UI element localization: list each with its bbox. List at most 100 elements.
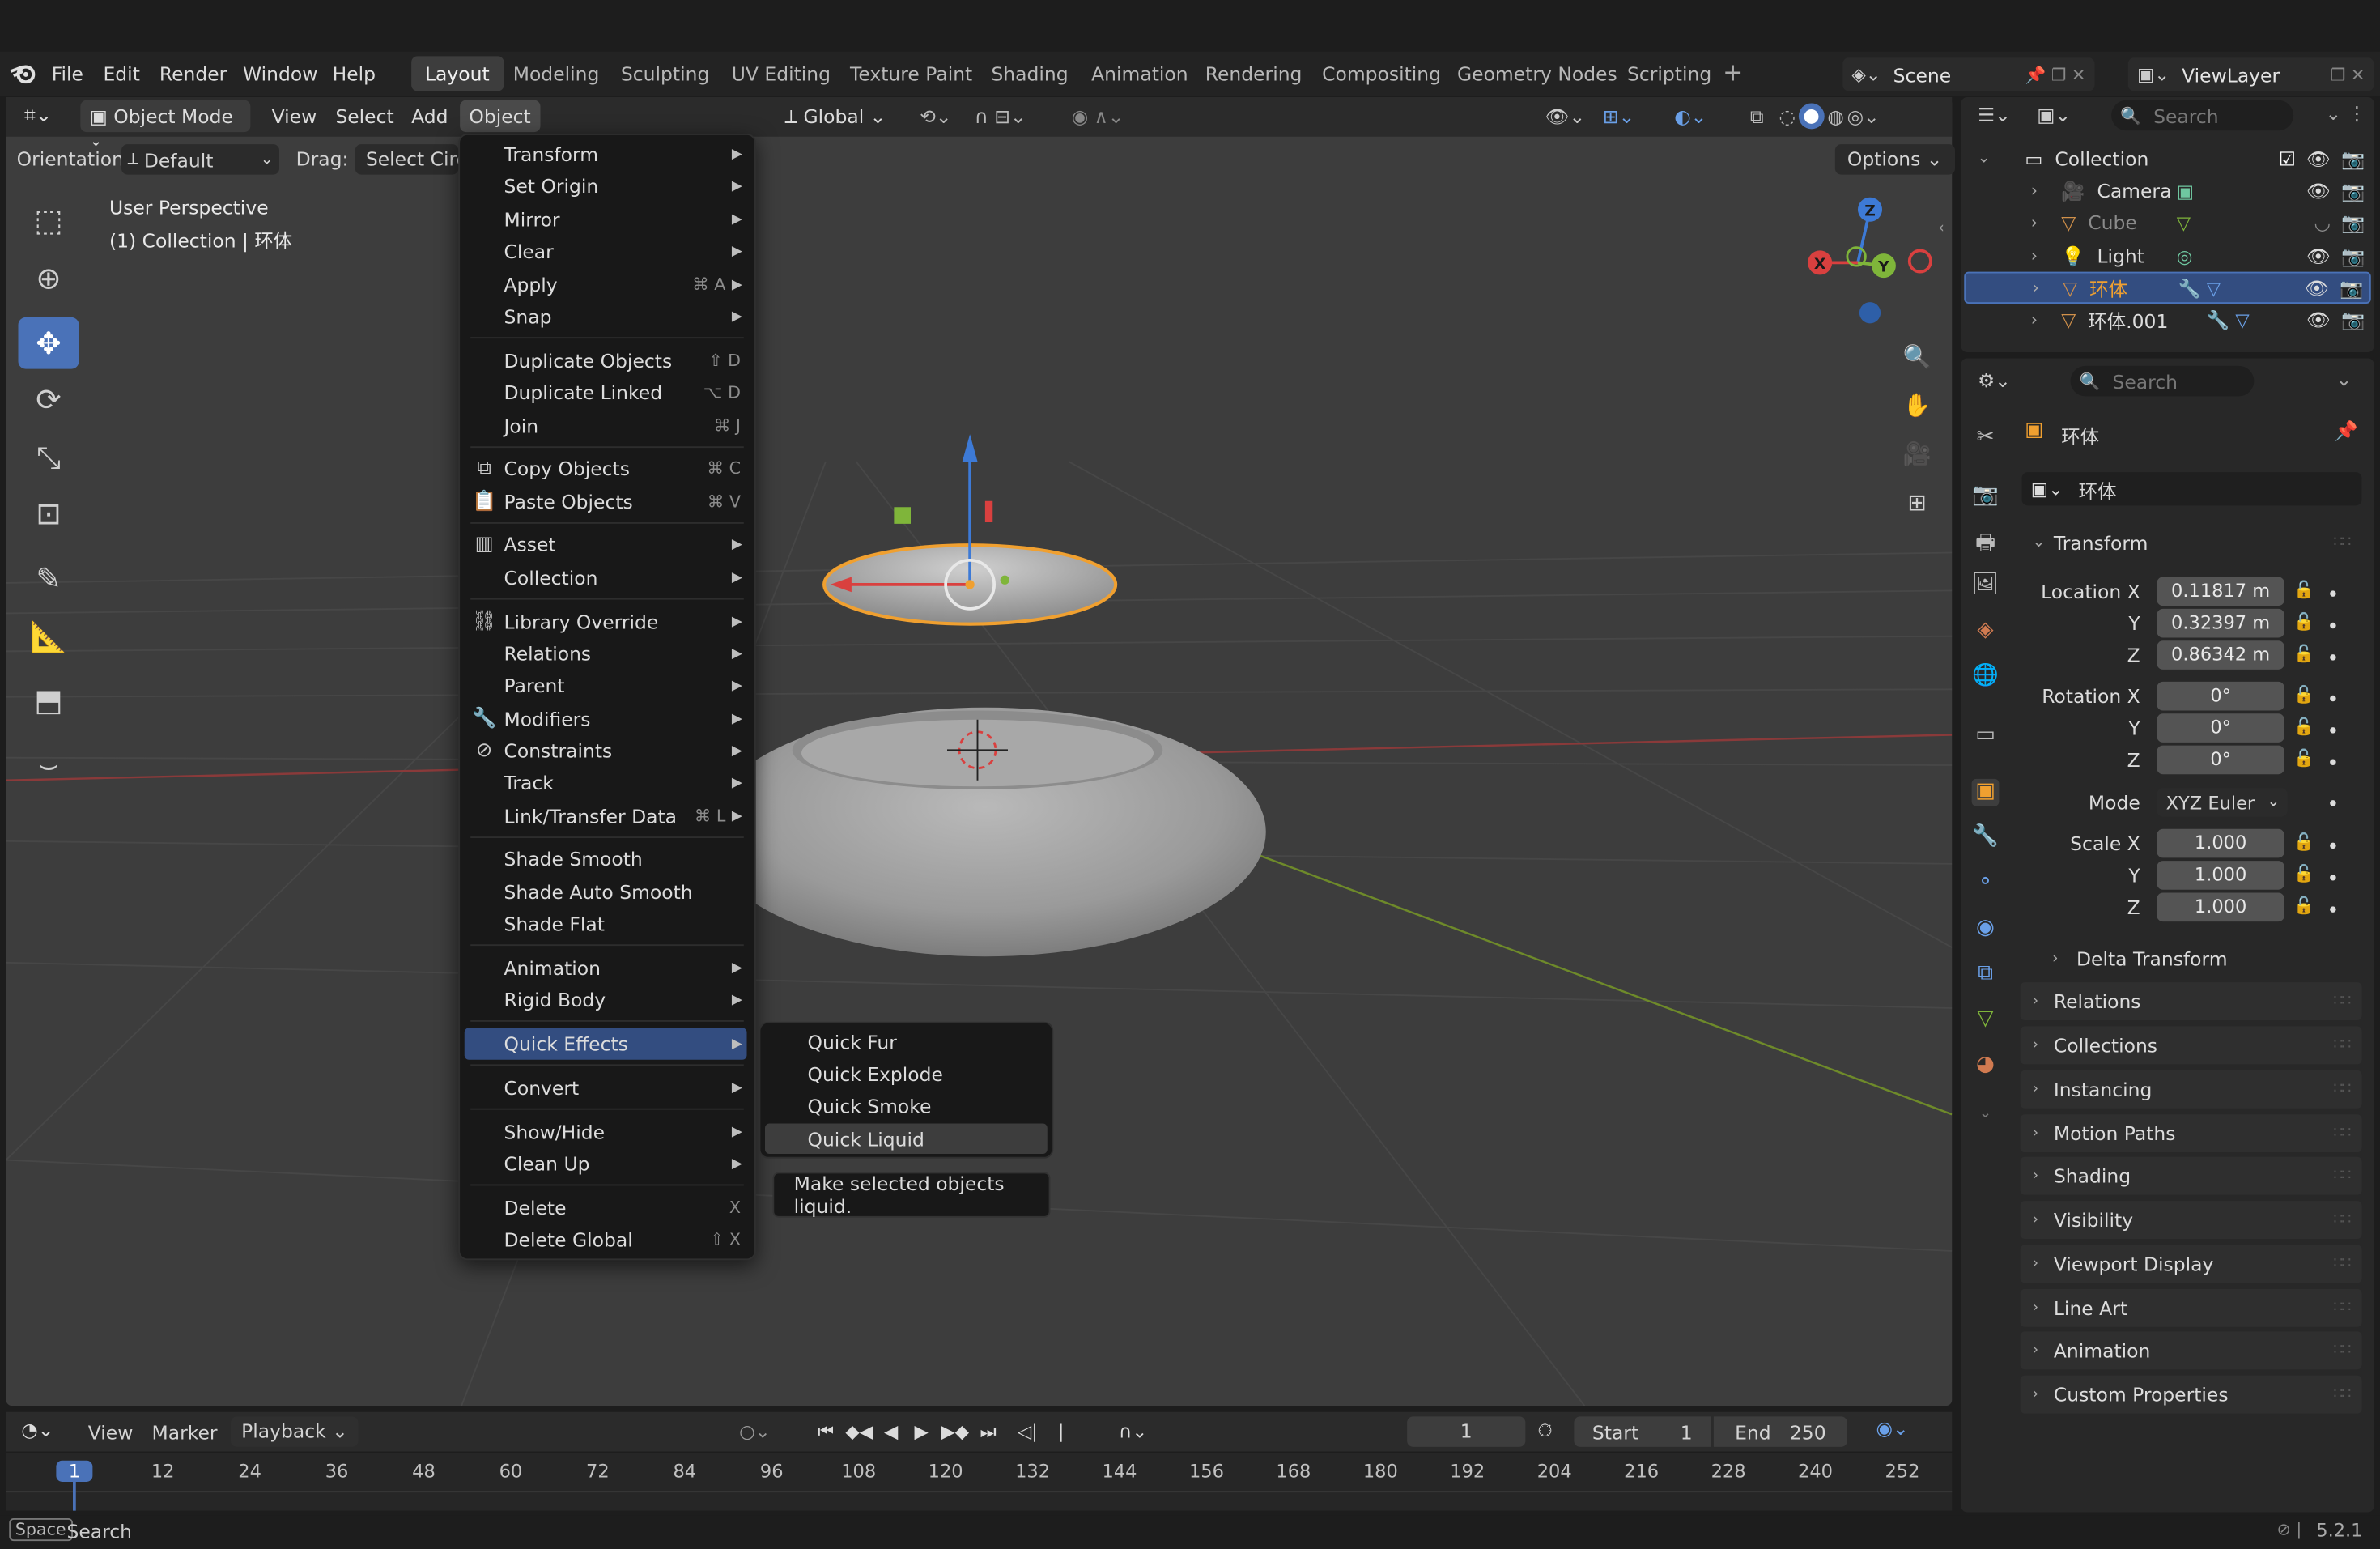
rotation-y-field[interactable]: 0°: [2157, 713, 2284, 743]
drag-dropdown[interactable]: Select Circ: [355, 144, 459, 175]
menu-edit[interactable]: Edit: [104, 62, 140, 85]
orientation-dropdown[interactable]: ⟂ Default ⌄: [121, 144, 279, 175]
object-menu-item-track[interactable]: Track ▶: [465, 767, 747, 798]
eye-icon[interactable]: 👁: [2305, 275, 2329, 300]
filter-icon[interactable]: ⌄ ⋮: [2326, 102, 2367, 125]
start-frame-field[interactable]: Start 1: [1574, 1416, 1711, 1447]
timeline-editor-type-icon[interactable]: ◔⌄: [21, 1418, 53, 1440]
stopwatch-icon[interactable]: ⏱: [1537, 1418, 1552, 1442]
object-menu-item-constraints[interactable]: ⊘ Constraints ▶: [465, 735, 747, 767]
lock-icon[interactable]: 🔓: [2293, 644, 2314, 663]
object-visibility-toggles[interactable]: 👁 📷: [2305, 275, 2363, 300]
editor-type-icon[interactable]: ⌗⌄: [15, 100, 62, 132]
previous-key-icon[interactable]: ◁|: [1014, 1418, 1042, 1445]
drag-grip-icon[interactable]: ∷∷: [2333, 534, 2351, 551]
end-frame-field[interactable]: End 250: [1713, 1416, 1847, 1447]
modifier-tab-icon[interactable]: 🔧: [1972, 824, 2000, 852]
zoom-icon[interactable]: 🔍: [1901, 343, 1934, 377]
keyframe-dot-icon[interactable]: [2330, 759, 2336, 765]
overlay-toggle-icon[interactable]: ◐⌄: [1665, 100, 1716, 132]
keyframe-dot-icon[interactable]: [2330, 875, 2336, 881]
keyframe-dot-icon[interactable]: [2330, 906, 2336, 913]
outliner-object-row[interactable]: › 💡 Light ◎ 👁 📷: [1964, 240, 2371, 271]
scale-y-field[interactable]: 1.000: [2157, 861, 2284, 890]
keyframe-dot-icon[interactable]: [2330, 842, 2336, 849]
annotate-tool-icon[interactable]: ✎: [19, 553, 79, 605]
location-z-field[interactable]: 0.86342 m: [2157, 640, 2284, 670]
timeline-menu-view[interactable]: View: [88, 1421, 134, 1444]
object-menu-item-modifiers[interactable]: 🔧 Modifiers ▶: [465, 703, 747, 734]
rotation-x-field[interactable]: 0°: [2157, 681, 2284, 711]
location-x-field[interactable]: 0.11817 m: [2157, 577, 2284, 606]
scene-selector[interactable]: ◈⌄ Scene 📌 ❐ ✕: [1842, 57, 2095, 91]
rendered-shading-icon[interactable]: ◎⌄: [1847, 104, 1880, 127]
drag-grip-icon[interactable]: ∷∷: [2333, 993, 2351, 1010]
eye-icon[interactable]: 👁: [2306, 178, 2331, 202]
properties-editor-type-icon[interactable]: ⚙⌄: [1978, 369, 2011, 392]
select-tool-icon[interactable]: ⬚: [19, 194, 79, 246]
eye-closed-icon[interactable]: ◡: [2314, 211, 2330, 235]
chevron-down-icon[interactable]: ⌄: [1964, 151, 2004, 168]
jump-keyframe-back-icon[interactable]: ◆◀: [845, 1418, 873, 1445]
transform-tool-icon[interactable]: ⊡: [19, 487, 79, 539]
viewport-menu-object[interactable]: Object: [460, 100, 540, 133]
viewport-menu-add[interactable]: Add: [402, 100, 457, 132]
drag-grip-icon[interactable]: ∷∷: [2333, 1211, 2351, 1228]
tab-geometry-nodes[interactable]: Geometry Nodes: [1443, 56, 1630, 91]
sidebar-toggle-icon[interactable]: ‹: [1938, 220, 1944, 237]
viewport-menu-view[interactable]: View: [262, 100, 325, 132]
object-menu-item-animation[interactable]: Animation ▶: [465, 952, 747, 984]
auto-keying-icon[interactable]: ∩⌄: [1119, 1418, 1147, 1445]
keyframe-dot-icon[interactable]: [2330, 654, 2336, 661]
proportional-edit-icon[interactable]: ◉ ∧⌄: [1063, 100, 1133, 132]
measure-tool-icon[interactable]: 📐: [19, 611, 79, 662]
material-tab-icon[interactable]: ◕: [1972, 1052, 2000, 1079]
drag-grip-icon[interactable]: ∷∷: [2333, 1037, 2351, 1054]
mode-selector[interactable]: ▣ Object Mode ⌄: [80, 100, 251, 151]
solid-shading-icon[interactable]: ●: [1798, 103, 1825, 130]
menu-help[interactable]: Help: [333, 62, 376, 85]
transform-orientation-selector[interactable]: ⟂ Global ⌄: [776, 100, 895, 132]
constraints-tab-icon[interactable]: ⧉: [1972, 961, 2000, 989]
eye-icon[interactable]: 👁: [2306, 244, 2331, 268]
render-tab-icon[interactable]: 📷: [1972, 483, 2000, 510]
output-tab-icon[interactable]: 🖶: [1972, 527, 2000, 555]
tab-rendering[interactable]: Rendering: [1192, 56, 1315, 91]
outliner-editor-type-icon[interactable]: ☰⌄: [1978, 104, 2011, 126]
data-tab-icon[interactable]: ▽: [1972, 1006, 2000, 1034]
object-menu-item-copy-objects[interactable]: ⧉ Copy Objects ⌘ C: [465, 453, 747, 484]
world-tab-icon[interactable]: 🌐: [1972, 663, 2000, 691]
visibility-icon[interactable]: 👁⌄: [1536, 100, 1595, 132]
rotation-mode-dropdown[interactable]: XYZ Euler ⌄: [2157, 788, 2288, 817]
properties-search-input[interactable]: 🔍 Search: [2070, 365, 2255, 397]
eye-icon[interactable]: 👁: [2306, 147, 2331, 171]
panel-motion-paths[interactable]: › Motion Paths ∷∷: [2020, 1114, 2362, 1153]
drag-grip-icon[interactable]: ∷∷: [2333, 1081, 2351, 1098]
xray-toggle-icon[interactable]: ⧉: [1741, 100, 1773, 132]
panel-instancing[interactable]: › Instancing ∷∷: [2020, 1070, 2362, 1109]
lock-icon[interactable]: 🔓: [2293, 612, 2314, 632]
object-menu-item-parent[interactable]: Parent ▶: [465, 670, 747, 701]
pivot-point-icon[interactable]: ⟲⌄: [911, 100, 961, 132]
tab-sculpting[interactable]: Sculpting: [607, 56, 723, 91]
chevron-right-icon[interactable]: ›: [2031, 310, 2052, 330]
lock-icon[interactable]: 🔓: [2293, 864, 2314, 883]
object-menu-item-quick-effects[interactable]: Quick Effects ▶: [464, 1028, 747, 1060]
chevron-right-icon[interactable]: ›: [2033, 278, 2054, 297]
timeline-view-icon[interactable]: ◉⌄: [1876, 1416, 1909, 1439]
object-visibility-toggles[interactable]: 👁 📷: [2306, 308, 2365, 332]
lock-icon[interactable]: 🔓: [2293, 748, 2314, 768]
outliner-object-row[interactable]: › ▽ 环体 🔧 ▽ 👁 📷: [1964, 271, 2371, 304]
properties-options-icon[interactable]: ⌄: [2336, 368, 2352, 390]
chevron-right-icon[interactable]: ›: [2031, 181, 2052, 200]
record-icon[interactable]: ○⌄: [739, 1418, 770, 1445]
keyframe-dot-icon[interactable]: [2330, 590, 2336, 597]
tool-tab-icon[interactable]: ✂: [1972, 425, 2000, 453]
delta-transform-subpanel[interactable]: › Delta Transform: [2052, 943, 2228, 973]
camera-render-icon[interactable]: 📷: [2341, 178, 2365, 202]
chevron-right-icon[interactable]: ›: [2031, 246, 2052, 266]
tab-animation[interactable]: Animation: [1077, 56, 1201, 91]
object-menu-item-apply[interactable]: Apply ⌘ A ▶: [465, 269, 747, 300]
snap-icon[interactable]: ∩ ⊟⌄: [966, 100, 1035, 132]
object-menu-item-join[interactable]: Join ⌘ J: [465, 410, 747, 441]
